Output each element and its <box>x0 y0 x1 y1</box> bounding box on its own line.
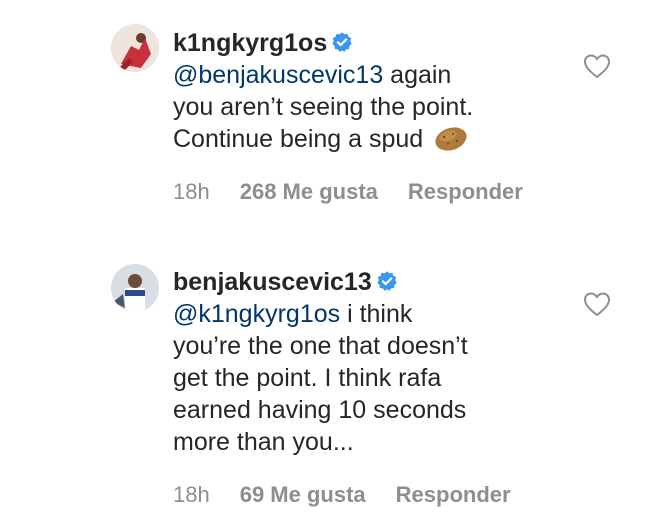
likes-count[interactable]: 69 Me gusta <box>240 482 366 507</box>
comment-text-line: Continue being a spud <box>173 125 424 153</box>
avatar[interactable] <box>111 24 159 72</box>
comment-meta: 18h 268 Me gusta Responder <box>173 179 553 205</box>
comment-body: benjakuscevic13 @k1ngkyrg1os i think you… <box>173 266 573 458</box>
comment-body: k1ngkyrg1os @benjakuscevic13 again you a… <box>173 27 573 155</box>
comment-text-line: you’re the one that doesn’t <box>173 332 468 360</box>
comment-text-line: earned having 10 seconds <box>173 396 467 424</box>
comment-item: benjakuscevic13 @k1ngkyrg1os i think you… <box>0 250 649 525</box>
comment-text-line: i think <box>340 300 413 328</box>
comment-text-line: again <box>383 61 452 89</box>
comment-username[interactable]: benjakuscevic13 <box>173 268 372 296</box>
likes-count[interactable]: 268 Me gusta <box>240 179 378 204</box>
comment-text-line: get the point. I think rafa <box>173 364 442 392</box>
comment-mention[interactable]: @benjakuscevic13 <box>173 61 383 89</box>
reply-button[interactable]: Responder <box>396 482 511 507</box>
avatar[interactable] <box>111 264 159 312</box>
verified-badge-icon <box>377 271 397 291</box>
comment-text-line: you aren’t seeing the point. <box>173 93 474 121</box>
potato-icon <box>435 127 467 151</box>
comment-text-line: more than you... <box>173 428 354 456</box>
comment-meta: 18h 69 Me gusta Responder <box>173 482 541 508</box>
comment-username[interactable]: k1ngkyrg1os <box>173 29 327 57</box>
reply-button[interactable]: Responder <box>408 179 523 204</box>
verified-badge-icon <box>332 32 352 52</box>
heart-icon[interactable] <box>583 53 611 79</box>
comment-time: 18h <box>173 482 210 507</box>
comment-time: 18h <box>173 179 210 204</box>
comment-mention[interactable]: @k1ngkyrg1os <box>173 300 340 328</box>
heart-icon[interactable] <box>583 291 611 317</box>
comment-item: k1ngkyrg1os @benjakuscevic13 again you a… <box>0 0 649 240</box>
